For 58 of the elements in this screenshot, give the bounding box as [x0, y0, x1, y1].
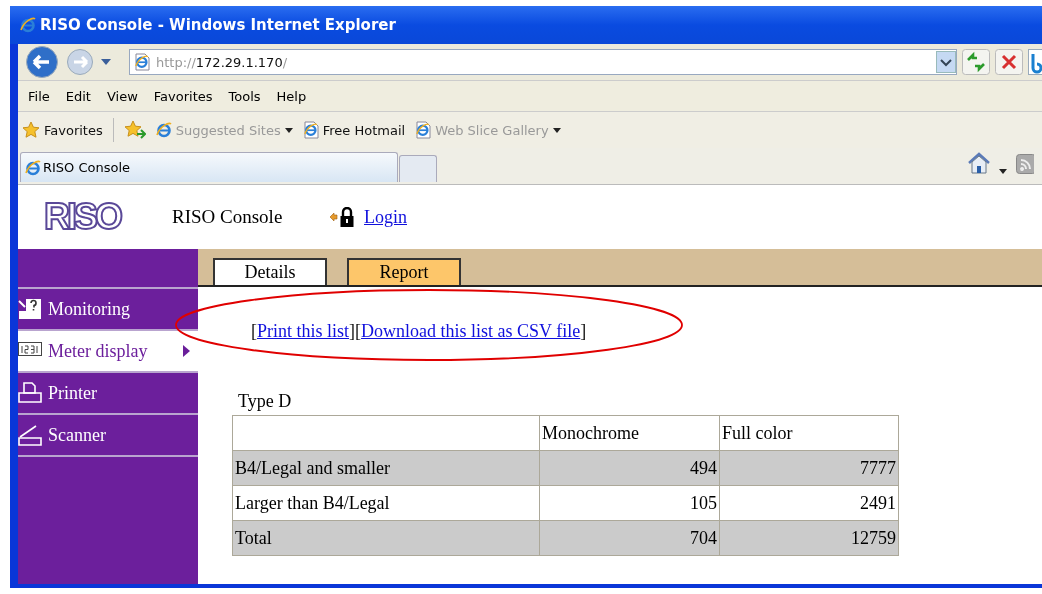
- menu-item[interactable]: Favorites: [147, 88, 219, 104]
- riso-logo: RISO: [44, 196, 123, 238]
- arrow-icon: [183, 345, 190, 357]
- table-cell: 2491: [719, 485, 899, 521]
- favorites-button[interactable]: Favorites: [22, 121, 103, 139]
- page-icon: [302, 121, 319, 139]
- menu-item[interactable]: Help: [270, 88, 313, 104]
- page-icon: [134, 53, 150, 71]
- monitor-icon: [18, 298, 42, 320]
- sidebar-item[interactable]: Printer: [18, 373, 198, 415]
- browser-icon: [155, 122, 172, 138]
- browser-tab[interactable]: RISO Console: [20, 152, 398, 182]
- url-text: http://172.29.1.170/: [156, 54, 288, 70]
- star-icon: [22, 121, 40, 139]
- refresh-button[interactable]: [962, 49, 990, 75]
- address-field[interactable]: http://172.29.1.170/: [129, 49, 957, 75]
- table-cell: 704: [539, 520, 720, 556]
- table-header: Monochrome: [539, 415, 720, 451]
- table-header: Full color: [719, 415, 899, 451]
- search-engine-icon[interactable]: [1028, 49, 1042, 75]
- table-cell: 105: [539, 485, 720, 521]
- tab[interactable]: Details: [213, 258, 327, 285]
- stop-button[interactable]: [995, 49, 1023, 75]
- login-link[interactable]: Login: [364, 206, 407, 228]
- caret-icon[interactable]: [999, 169, 1007, 174]
- menu-item[interactable]: Edit: [59, 88, 97, 104]
- add-favorite-icon[interactable]: [123, 120, 146, 140]
- page-icon: [415, 121, 432, 139]
- bracket: ]: [580, 320, 587, 342]
- menu-item[interactable]: View: [100, 88, 144, 104]
- bracket: [: [355, 320, 362, 342]
- table-cell: 12759: [719, 520, 899, 556]
- browser-icon: [25, 159, 41, 176]
- bracket: ]: [349, 320, 356, 342]
- sidebar-item[interactable]: Scanner: [18, 415, 198, 457]
- menu-item[interactable]: Tools: [222, 88, 267, 104]
- table-cell: Larger than B4/Legal: [232, 485, 540, 521]
- bracket: [: [251, 320, 257, 342]
- table-cell: Total: [232, 520, 540, 556]
- feed-icon[interactable]: [1016, 154, 1034, 174]
- sidebar-item[interactable]: Meter display: [18, 331, 198, 373]
- table-cell: 494: [539, 450, 720, 486]
- favorite-link[interactable]: Free Hotmail: [302, 121, 406, 139]
- back-button[interactable]: [25, 45, 59, 79]
- table-cell: B4/Legal and smaller: [232, 450, 540, 486]
- tab[interactable]: Report: [347, 258, 461, 285]
- site-title: RISO Console: [172, 206, 284, 228]
- table-cell: 7777: [719, 450, 899, 486]
- dropdown-button[interactable]: [936, 51, 956, 73]
- printer-icon: [18, 382, 42, 404]
- scanner-icon: [18, 424, 42, 446]
- section-title: Type D: [238, 391, 293, 413]
- home-icon[interactable]: [968, 152, 990, 174]
- window-title: RISO Console - Windows Internet Explorer: [40, 16, 396, 34]
- link[interactable]: Print this list: [257, 320, 350, 342]
- link[interactable]: Download this list as CSV file: [361, 320, 581, 342]
- menu-item[interactable]: File: [22, 88, 56, 104]
- browser-icon: [20, 17, 36, 33]
